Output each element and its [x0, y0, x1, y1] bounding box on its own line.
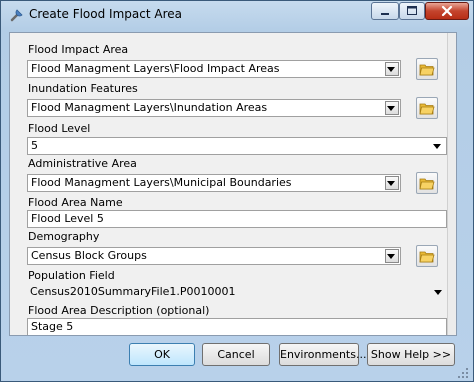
chevron-down-icon	[387, 106, 395, 111]
inundation-features-combo[interactable]: Flood Managment Layers\Inundation Areas	[27, 99, 401, 117]
open-folder-icon	[419, 178, 435, 190]
chevron-down-icon[interactable]	[433, 144, 441, 149]
minimize-button[interactable]	[371, 2, 399, 20]
flood-level-select[interactable]: 5	[27, 137, 447, 155]
parameters-panel: Flood Impact Area Flood Managment Layers…	[9, 32, 457, 336]
flood-area-description-input[interactable]: Stage 5	[27, 318, 447, 335]
flood-area-name-value: Flood Level 5	[31, 212, 104, 225]
close-button[interactable]	[425, 2, 469, 20]
population-field-label: Population Field	[28, 269, 115, 282]
chevron-down-icon	[387, 67, 395, 72]
cancel-button[interactable]: Cancel	[202, 343, 270, 366]
population-field-value: Census2010SummaryFile1.P0010001	[30, 285, 236, 298]
flood-level-value: 5	[31, 139, 38, 152]
maximize-button[interactable]	[399, 2, 425, 20]
flood-area-description-value: Stage 5	[31, 320, 74, 333]
title-bar[interactable]: Create Flood Impact Area	[1, 1, 473, 29]
dialog-window: Create Flood Impact Area Flood Impact Ar…	[0, 0, 474, 382]
environments-button[interactable]: Environments...	[279, 343, 366, 366]
open-folder-icon	[419, 64, 435, 76]
minimize-icon	[381, 13, 389, 15]
flood-impact-area-value: Flood Managment Layers\Flood Impact Area…	[31, 62, 280, 75]
dropdown-button[interactable]	[385, 249, 399, 263]
flood-area-name-label: Flood Area Name	[28, 196, 123, 209]
window-title: Create Flood Impact Area	[29, 7, 182, 21]
show-help-button[interactable]: Show Help >>	[367, 343, 455, 366]
browse-inundation-features-button[interactable]	[416, 97, 438, 119]
chevron-down-icon[interactable]	[434, 290, 442, 295]
browse-flood-impact-area-button[interactable]	[416, 58, 438, 80]
demography-label: Demography	[28, 230, 100, 243]
flood-level-label: Flood Level	[28, 122, 91, 135]
dropdown-button[interactable]	[385, 62, 399, 76]
flood-area-description-label: Flood Area Description (optional)	[28, 304, 210, 317]
demography-value: Census Block Groups	[31, 249, 147, 262]
demography-combo[interactable]: Census Block Groups	[27, 247, 401, 265]
administrative-area-combo[interactable]: Flood Managment Layers\Municipal Boundar…	[27, 174, 401, 192]
dropdown-button[interactable]	[385, 101, 399, 115]
flood-area-name-input[interactable]: Flood Level 5	[27, 210, 447, 228]
flood-impact-area-combo[interactable]: Flood Managment Layers\Flood Impact Area…	[27, 60, 401, 78]
inundation-features-value: Flood Managment Layers\Inundation Areas	[31, 101, 268, 114]
population-field-select[interactable]: Census2010SummaryFile1.P0010001	[27, 284, 447, 302]
inundation-features-label: Inundation Features	[28, 82, 138, 95]
browse-demography-button[interactable]	[416, 245, 438, 267]
flood-impact-area-label: Flood Impact Area	[28, 43, 129, 56]
administrative-area-label: Administrative Area	[28, 157, 137, 170]
chevron-down-icon	[387, 254, 395, 259]
close-icon	[441, 5, 453, 17]
ok-button[interactable]: OK	[129, 343, 195, 366]
browse-administrative-area-button[interactable]	[416, 172, 438, 194]
open-folder-icon	[419, 103, 435, 115]
dropdown-button[interactable]	[385, 176, 399, 190]
open-folder-icon	[419, 251, 435, 263]
vertical-scrollbar[interactable]	[447, 33, 456, 335]
resize-grip-icon[interactable]	[457, 367, 469, 379]
administrative-area-value: Flood Managment Layers\Municipal Boundar…	[31, 176, 292, 189]
maximize-icon	[407, 6, 417, 15]
tool-icon	[9, 7, 25, 23]
chevron-down-icon	[387, 181, 395, 186]
